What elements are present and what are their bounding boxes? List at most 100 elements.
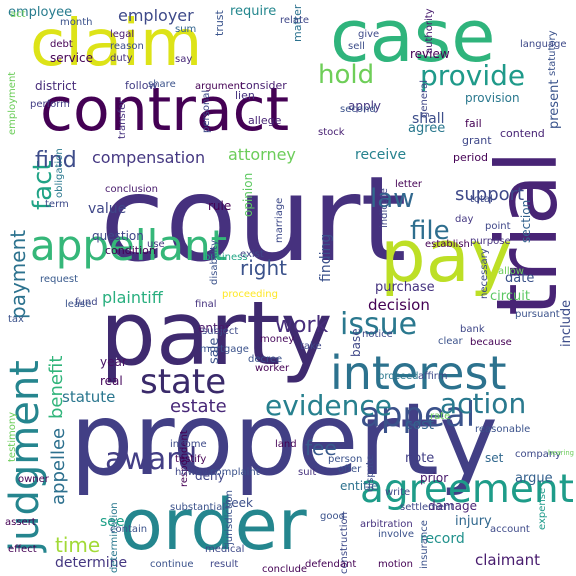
word: statute	[62, 388, 116, 406]
word: give	[358, 29, 380, 40]
word: allege	[248, 114, 282, 127]
word: second	[340, 104, 376, 115]
word: motion	[378, 559, 414, 570]
word: reason	[110, 41, 144, 52]
word: authority	[424, 7, 435, 54]
word: tax	[8, 314, 24, 325]
word: use	[147, 239, 165, 250]
word: indicate	[379, 187, 390, 228]
word: land	[275, 439, 297, 450]
word: proceeding	[222, 289, 278, 300]
word: insurance	[419, 519, 430, 569]
word: state	[140, 362, 227, 402]
word: effect	[8, 544, 37, 555]
word: present	[547, 79, 562, 130]
word: rate	[430, 411, 451, 422]
word: prior	[420, 471, 449, 485]
word: suit	[298, 467, 317, 478]
word: employer	[118, 6, 194, 25]
word: argue	[515, 471, 553, 486]
word: contain	[110, 524, 148, 535]
word: determination	[109, 501, 120, 573]
word: pursuant	[515, 309, 560, 320]
word: sell	[348, 41, 365, 52]
word: hearing	[548, 449, 574, 457]
word: payment	[6, 229, 30, 320]
word: finding	[318, 233, 334, 283]
word: substantial	[170, 502, 226, 513]
word: conclude	[262, 564, 308, 575]
word: letter	[395, 179, 423, 190]
word: testimony	[7, 411, 18, 463]
word: exist	[240, 249, 264, 260]
word: complaint	[210, 467, 260, 478]
word: value	[88, 201, 127, 217]
word: medical	[205, 544, 245, 555]
word: circuit	[490, 289, 530, 304]
word: grant	[462, 134, 492, 147]
word: hold	[318, 60, 375, 90]
word: period	[453, 151, 489, 164]
word: point	[485, 221, 511, 232]
word: notice	[362, 329, 393, 340]
word: service	[50, 51, 93, 65]
word: clear	[438, 336, 463, 347]
word: personal	[201, 89, 212, 134]
word: affirm	[418, 371, 448, 382]
word: agree	[408, 121, 446, 136]
word: account	[490, 524, 530, 535]
word: continue	[150, 559, 194, 570]
word: action	[440, 387, 527, 420]
word: relate	[280, 15, 310, 26]
word: defendant	[305, 559, 357, 570]
word: set	[485, 451, 504, 465]
word: settlement	[400, 502, 455, 513]
word: assert	[5, 517, 36, 528]
word: injury	[455, 514, 492, 529]
word: testify	[175, 454, 207, 465]
word: transfer	[117, 99, 128, 140]
word: write	[385, 487, 411, 498]
word: share	[148, 79, 176, 90]
word: time	[55, 533, 101, 557]
word: expense	[537, 487, 548, 531]
word: real	[100, 374, 123, 388]
word: because	[470, 337, 512, 348]
word: evidence	[265, 389, 392, 422]
word-cloud: court property contract party case claim pay tr…	[0, 0, 576, 576]
word: contend	[500, 127, 545, 140]
word: say	[175, 54, 193, 65]
word: income	[170, 439, 207, 450]
word: final	[195, 299, 217, 310]
word: proceed	[378, 371, 419, 382]
word: month	[60, 17, 93, 28]
word: opinion	[241, 172, 255, 218]
word: fail	[465, 117, 482, 130]
word: total	[470, 194, 493, 205]
word: term	[45, 199, 69, 210]
word: purpose	[470, 236, 511, 247]
word: language	[520, 39, 567, 50]
word: obligation	[54, 147, 65, 198]
word: legal	[110, 29, 135, 40]
word: claimant	[475, 551, 540, 569]
word: subject	[202, 326, 239, 337]
word: estate	[170, 396, 227, 417]
word: dispute	[365, 454, 376, 493]
word: perform	[30, 99, 70, 110]
word: money	[260, 334, 295, 345]
word: conclusion	[105, 184, 159, 195]
word: rule	[208, 199, 232, 213]
word: stock	[318, 127, 345, 138]
word: attorney	[228, 145, 296, 164]
word: offer	[338, 464, 362, 475]
word: statutory	[547, 29, 558, 76]
word: act	[10, 9, 26, 20]
word: compensation	[92, 148, 206, 167]
word: decree	[248, 354, 283, 365]
word: purchase	[375, 280, 435, 295]
word: allow	[498, 266, 524, 277]
word: sum	[175, 24, 197, 35]
word: require	[230, 4, 277, 19]
word: receive	[355, 147, 407, 163]
